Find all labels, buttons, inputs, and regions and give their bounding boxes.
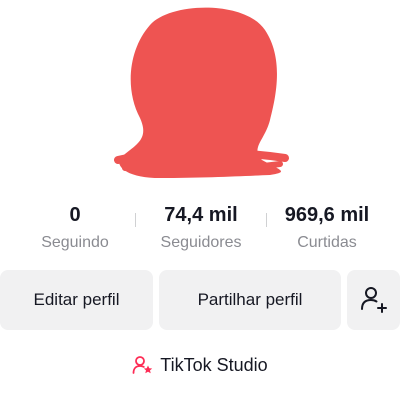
- redacted-avatar-scribble: [114, 7, 289, 178]
- following-label: Seguindo: [41, 234, 109, 251]
- add-friend-button[interactable]: [347, 270, 400, 330]
- stat-followers[interactable]: 74,4 mil Seguidores: [141, 202, 261, 254]
- edit-profile-button[interactable]: Editar perfil: [0, 270, 153, 330]
- share-profile-button[interactable]: Partilhar perfil: [159, 270, 341, 330]
- stat-likes[interactable]: 969,6 mil Curtidas: [267, 202, 387, 254]
- stat-following[interactable]: 0 Seguindo: [15, 202, 135, 254]
- followers-label: Seguidores: [160, 234, 242, 251]
- add-user-icon: [360, 287, 387, 313]
- creator-person-star-icon: [132, 356, 153, 374]
- tiktok-studio-label: TikTok Studio: [160, 354, 268, 375]
- profile-page: 0 Seguindo 74,4 mil Seguidores 969,6 mil…: [0, 0, 400, 400]
- following-count: 0: [69, 204, 81, 226]
- likes-label: Curtidas: [297, 234, 357, 251]
- tiktok-studio-link[interactable]: TikTok Studio: [0, 352, 400, 378]
- stats-divider: [135, 213, 136, 227]
- followers-count: 74,4 mil: [164, 204, 238, 226]
- likes-count: 969,6 mil: [284, 204, 370, 226]
- avatar[interactable]: [0, 0, 400, 195]
